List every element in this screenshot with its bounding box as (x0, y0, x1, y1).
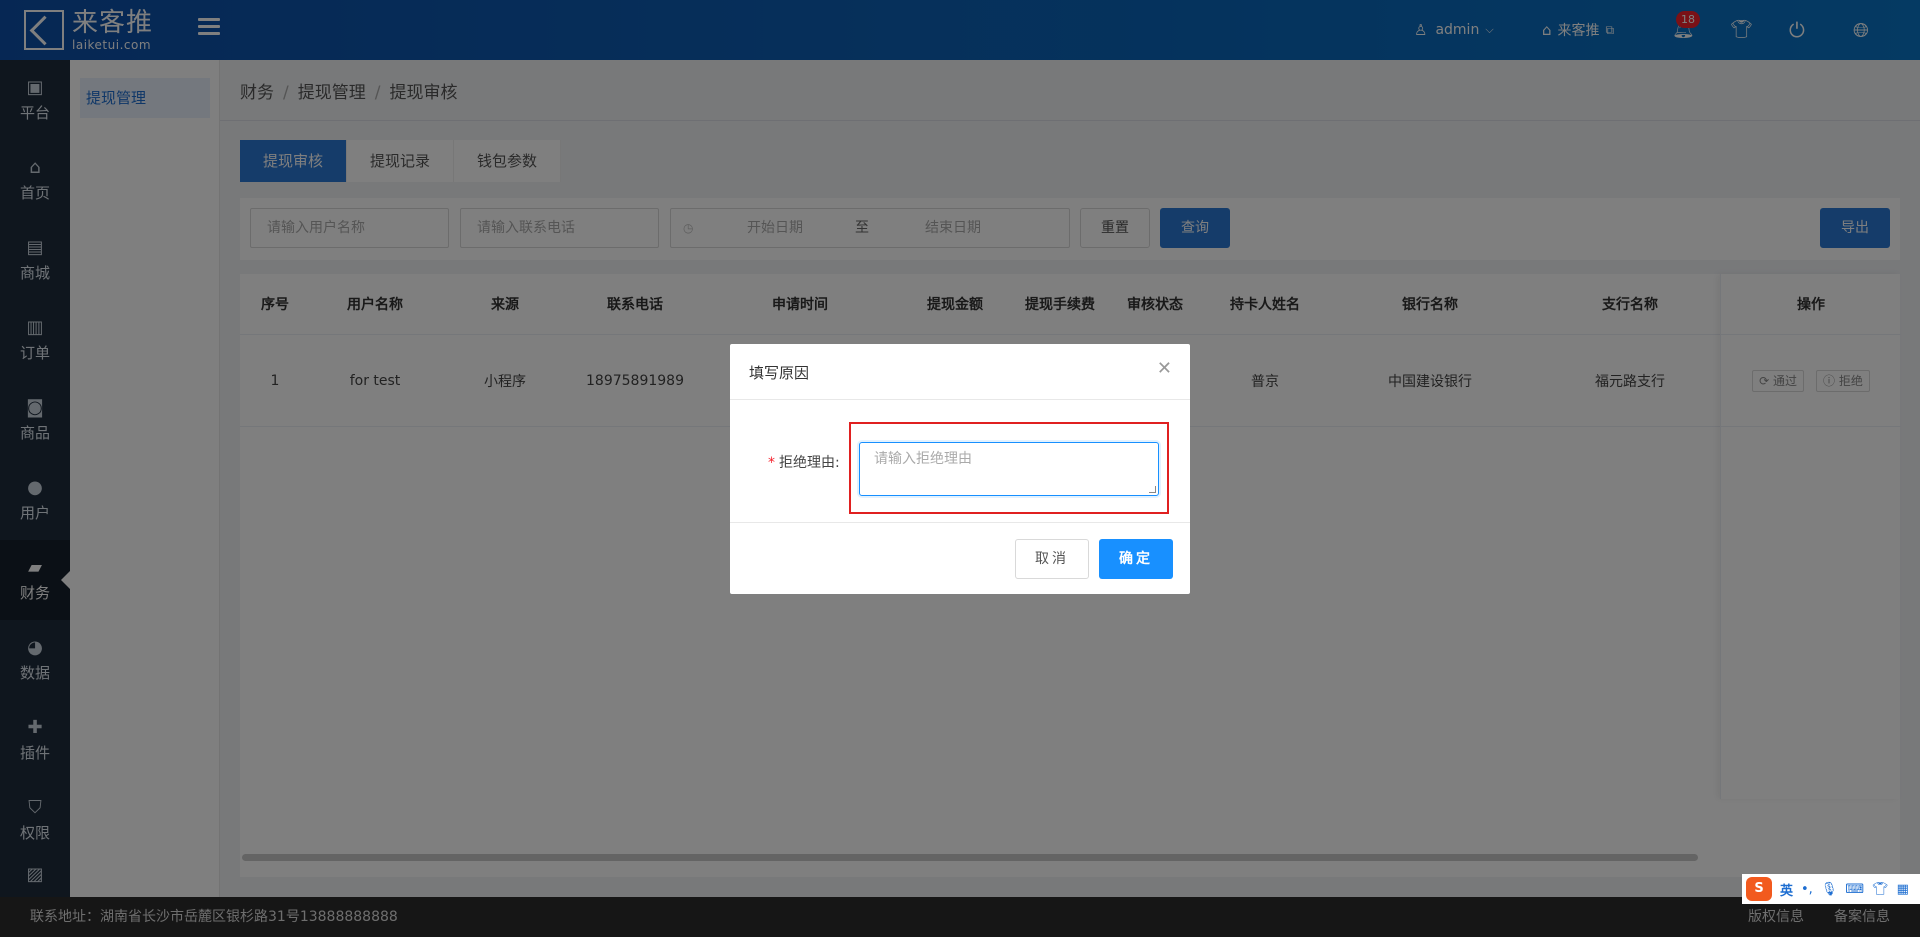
skin-icon[interactable]: 👕︎ (1872, 882, 1889, 897)
punctuation-icon[interactable]: •, (1801, 882, 1813, 897)
reason-dialog: 填写原因 ✕ * 拒绝理由: 请输入拒绝理由 取消 确定 (730, 344, 1190, 594)
dialog-header: 填写原因 ✕ (730, 344, 1190, 400)
app-root: 来客推 laiketui.com ♙ admin ⌵ ⌂ 来客推 ⧉ 🔔︎ 18… (0, 0, 1920, 937)
textarea-placeholder: 请输入拒绝理由 (874, 451, 972, 467)
microphone-icon[interactable]: 🎙︎ (1821, 882, 1838, 897)
reject-reason-textarea[interactable]: 请输入拒绝理由 (859, 442, 1159, 496)
close-icon[interactable]: ✕ (1157, 358, 1172, 380)
confirm-button[interactable]: 确定 (1099, 539, 1173, 579)
toolbox-icon[interactable]: ▦ (1897, 882, 1909, 897)
divider (730, 522, 1190, 523)
sogou-logo-icon[interactable]: S (1746, 877, 1772, 901)
required-mark: * (768, 455, 775, 471)
ime-toolbar: S 英 •, 🎙︎ ⌨ 👕︎ ▦ (1742, 874, 1920, 904)
ime-mode[interactable]: 英 (1780, 880, 1793, 899)
reject-reason-label: * 拒绝理由: (768, 452, 840, 472)
cancel-button[interactable]: 取消 (1015, 539, 1089, 579)
reject-reason-label-text: 拒绝理由: (779, 455, 840, 471)
keyboard-icon[interactable]: ⌨ (1845, 882, 1864, 897)
dialog-title: 填写原因 (749, 364, 810, 382)
resize-handle[interactable] (1149, 486, 1156, 493)
